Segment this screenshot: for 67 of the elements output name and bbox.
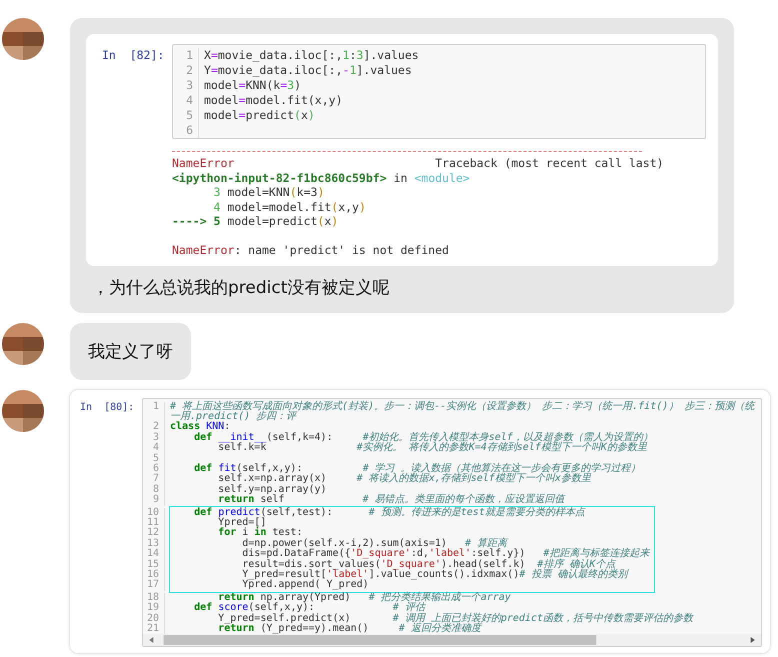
code-line: def __init__(self,k=4): #初始化。首先传入模型本身self，以及超参数（需人为设置的） — [193, 432, 654, 443]
code-line: d=np.power(self.x-i,2).sum(axis=1) # 算距离 — [241, 538, 508, 549]
message-bubble: 我定义了呀 — [70, 322, 191, 380]
code-line: def fit(self,x,y): # 学习 。读入数据（其他算法在这一步会有更多的学习过程） — [193, 464, 642, 474]
code-line: dis=pd.DataFrame({'D_square':d,'label':self.y}) #把距离与标签连接起来 — [241, 549, 650, 560]
code-line: result=dis.sort_values('D_square').head(self.k) #排序 确认K个点 — [241, 560, 616, 570]
code-line: self.x=np.array(x) # 将读入的数据x,存储到self模型下一个叫x参数里 — [217, 474, 592, 484]
line-number: 8 — [143, 484, 165, 496]
code-line: model=KNN(k=3) — [203, 78, 302, 93]
line-number: 13 — [143, 538, 165, 550]
horizontal-scrollbar[interactable] — [143, 634, 761, 646]
traceback-line: 4 model=model.fit(x,y) — [212, 200, 367, 214]
code-line: # 将上面这些函数写成面向对象的形式(封装)。步一：调包--实例化（设置参数） 步二：学习（统一用.fit()） 步三：预测（统一用.predict() 步四：评 — [169, 402, 756, 422]
code-line: model=predict(x) — [203, 108, 316, 123]
code-line: def score(self,x,y): # 评估 — [193, 603, 427, 614]
avatar — [2, 18, 44, 60]
line-number: 10 — [143, 508, 165, 518]
code-editor[interactable] — [142, 398, 762, 648]
code-line: Ypred=[] — [217, 518, 266, 528]
line-number: 15 — [143, 560, 165, 570]
code-line: return np.array(Ypred) # 把分类结果输出成一个array — [217, 592, 512, 603]
line-number: 3 — [143, 432, 165, 444]
line-number: 2 — [143, 422, 165, 433]
code-line: Ypred.append( Y_pred) — [241, 580, 370, 591]
line-number: 12 — [143, 528, 165, 539]
line-number: 6 — [143, 464, 165, 474]
code-line: self.k=k #实例化。 将传入的参数K=4存储到self模型下一个叫K的参数里 — [217, 443, 648, 454]
line-number: 2 — [173, 63, 199, 78]
line-number: 1 — [173, 48, 199, 63]
line-number: 1 — [143, 402, 165, 422]
cell-prompt: In [82]: — [102, 47, 166, 62]
line-number: 7 — [143, 474, 165, 485]
line-number: 20 — [143, 614, 165, 624]
code-line: return self # 易错点。类里面的每个函数，应设置返回值 — [217, 495, 566, 506]
avatar — [2, 390, 44, 432]
line-number: 5 — [143, 454, 165, 464]
line-number: 4 — [173, 93, 199, 108]
traceback-line: ----> 5 model=predict(x) — [172, 214, 340, 228]
line-number: 18 — [143, 592, 165, 604]
line-number: 6 — [173, 123, 199, 138]
line-number: 14 — [143, 549, 165, 560]
avatar — [2, 322, 44, 364]
code-line: X=movie_data.iloc[:,1:3].values — [203, 48, 420, 63]
traceback-line: NameError Traceback (most recent call last) — [172, 156, 665, 170]
line-number: 5 — [173, 108, 199, 123]
message-text: ，为什么总说我的predict没有被定义呢 — [91, 276, 390, 298]
code-line: return (Y_pred==y).mean() # 返回分类准确度 — [217, 624, 484, 634]
line-number: 17 — [143, 580, 165, 591]
code-line: self.y=np.array(y) — [217, 484, 328, 495]
code-editor[interactable]: 1 X=movie_data.iloc[:,1:3].values 2 Y=movie_data.iloc[:,-1].values 3 model=KNN(k=3) 4 model=model.fit(x,y) 5 model=predict(x) 6 — [172, 44, 706, 139]
traceback-line: NameError: name 'predict' is not defined — [172, 243, 450, 258]
line-number: 19 — [143, 603, 165, 614]
traceback-line: 3 model=KNN(k=3) — [212, 185, 326, 200]
code-line: Y_pred=result['label'].value_counts().idxmax()# 投票 确认最终的类别 — [241, 570, 630, 580]
code-line: Y_pred=self.predict(x) # 调用 上面已封装好的predict函数，括号中传数需要评估的参数 — [217, 614, 695, 624]
cell-prompt: In [80]: — [80, 400, 136, 412]
line-number: 9 — [143, 495, 165, 506]
line-number: 4 — [143, 443, 165, 454]
code-line: def predict(self,test): # 预测。传进来的是test就是需要分类的样本点 — [193, 508, 587, 518]
line-number: 3 — [173, 78, 199, 93]
line-number: 16 — [143, 570, 165, 580]
traceback-line: <ipython-input-82-f1bc860c59bf> in <module> — [172, 170, 471, 185]
code-line: for i in test: — [217, 528, 302, 538]
line-number: 11 — [143, 518, 165, 528]
code-line: model=model.fit(x,y) — [203, 93, 344, 108]
code-line: class KNN: — [169, 422, 230, 432]
code-line: Y=movie_data.iloc[:,-1].values — [203, 63, 413, 78]
